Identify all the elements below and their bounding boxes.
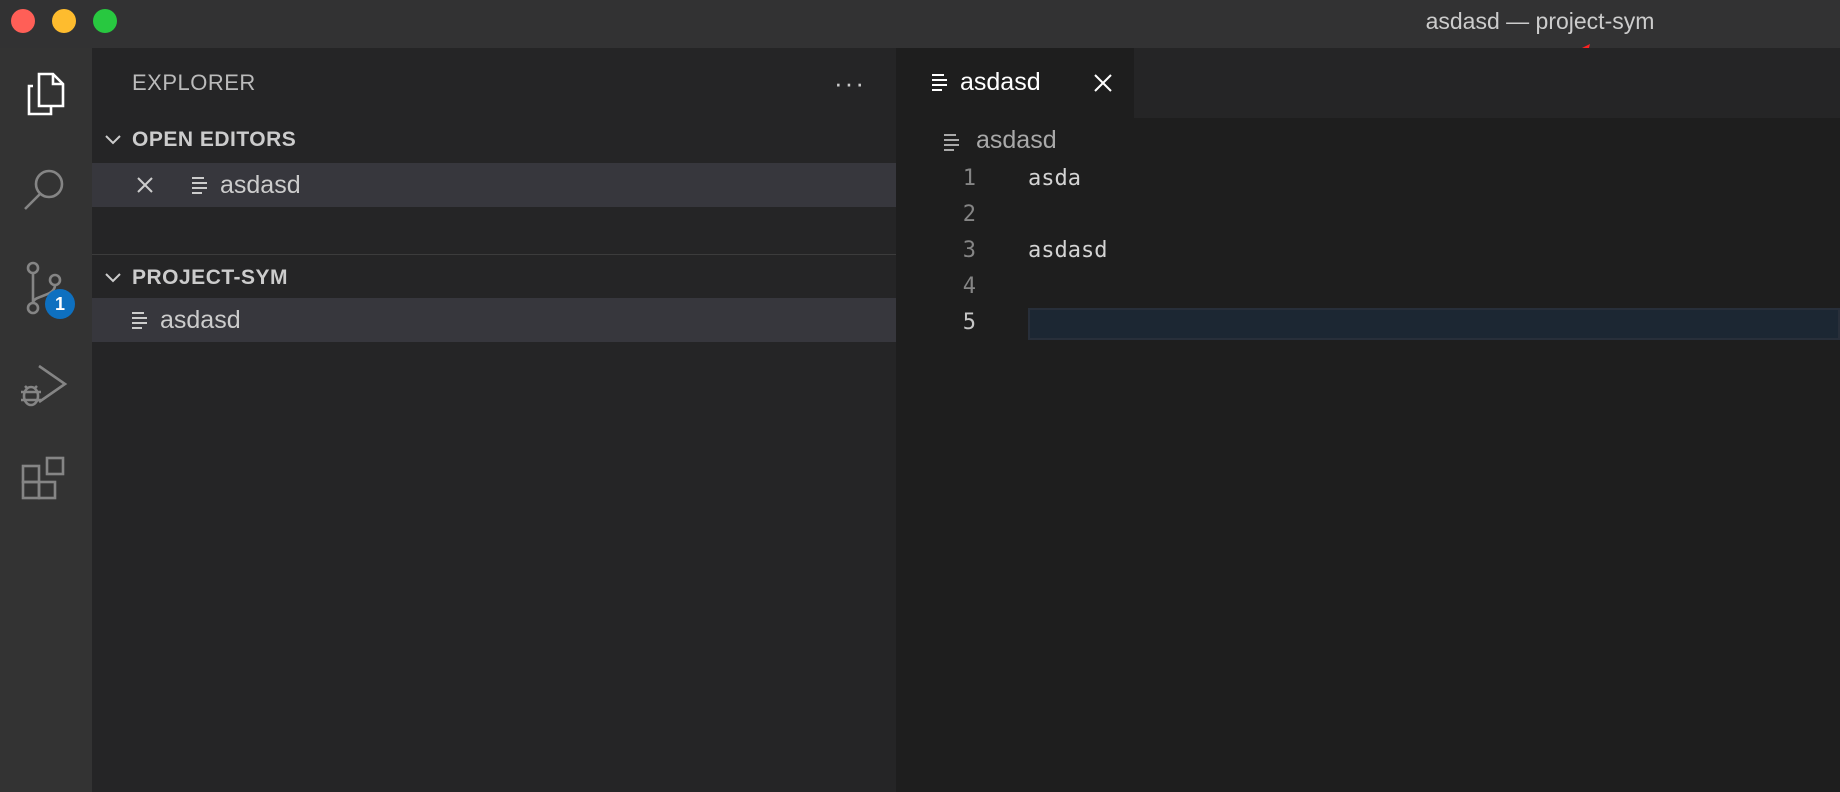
extensions-icon[interactable] <box>17 454 73 510</box>
file-text-icon <box>132 312 147 329</box>
line-number: 4 <box>962 274 976 299</box>
line-number: 5 <box>962 310 976 335</box>
file-text-icon <box>944 134 959 151</box>
run-debug-icon[interactable] <box>17 358 73 414</box>
tab-label: asdasd <box>960 68 1041 96</box>
line-number: 3 <box>962 238 976 263</box>
open-editor-item[interactable]: asdasd <box>92 163 896 207</box>
window-minimize-button[interactable] <box>52 9 76 33</box>
chevron-down-icon <box>105 273 121 283</box>
code-line[interactable]: 1 asda <box>896 164 1840 200</box>
code-line[interactable]: 2 <box>896 200 1840 236</box>
project-folder-header[interactable]: PROJECT-SYM <box>92 258 896 300</box>
open-editors-header[interactable]: OPEN EDITORS <box>92 120 896 162</box>
line-text[interactable]: asda <box>1028 166 1081 191</box>
open-editor-label: asdasd <box>220 171 301 199</box>
close-icon[interactable] <box>134 174 156 196</box>
file-tree-label: asdasd <box>160 306 241 334</box>
current-line-highlight <box>1028 308 1840 340</box>
window-title: asdasd — project-sym <box>1425 8 1655 34</box>
file-tree-item[interactable]: asdasd <box>92 298 896 342</box>
editor-area: asdasd asdasd 1 asda 2 3 asdasd 4 5 <box>896 48 1840 792</box>
more-actions-button[interactable]: ··· <box>834 68 866 99</box>
tab-bar: asdasd <box>896 48 1840 118</box>
explorer-sidebar: EXPLORER ··· OPEN EDITORS asdasd PROJECT… <box>92 48 896 792</box>
chevron-down-icon <box>105 135 121 145</box>
open-editors-label: OPEN EDITORS <box>132 128 297 151</box>
source-control-badge: 1 <box>45 289 75 319</box>
activity-bar: 1 <box>0 48 92 792</box>
file-text-icon <box>932 74 947 91</box>
line-number: 1 <box>962 166 976 191</box>
code-line[interactable]: 3 asdasd <box>896 236 1840 272</box>
code-line[interactable]: 4 <box>896 272 1840 308</box>
close-icon[interactable] <box>1092 72 1114 94</box>
breadcrumb-label: asdasd <box>976 126 1057 154</box>
file-text-icon <box>192 177 207 194</box>
window-maximize-button[interactable] <box>93 9 117 33</box>
sidebar-title: EXPLORER <box>132 70 256 95</box>
search-icon[interactable] <box>17 162 73 218</box>
code-line-current[interactable]: 5 <box>896 308 1840 344</box>
section-divider <box>92 254 896 255</box>
window-close-button[interactable] <box>11 9 35 33</box>
files-icon[interactable] <box>17 66 73 122</box>
line-text[interactable]: asdasd <box>1028 238 1107 263</box>
project-folder-label: PROJECT-SYM <box>132 266 289 289</box>
line-number: 2 <box>962 202 976 227</box>
tab-asdasd[interactable]: asdasd <box>896 48 1134 118</box>
